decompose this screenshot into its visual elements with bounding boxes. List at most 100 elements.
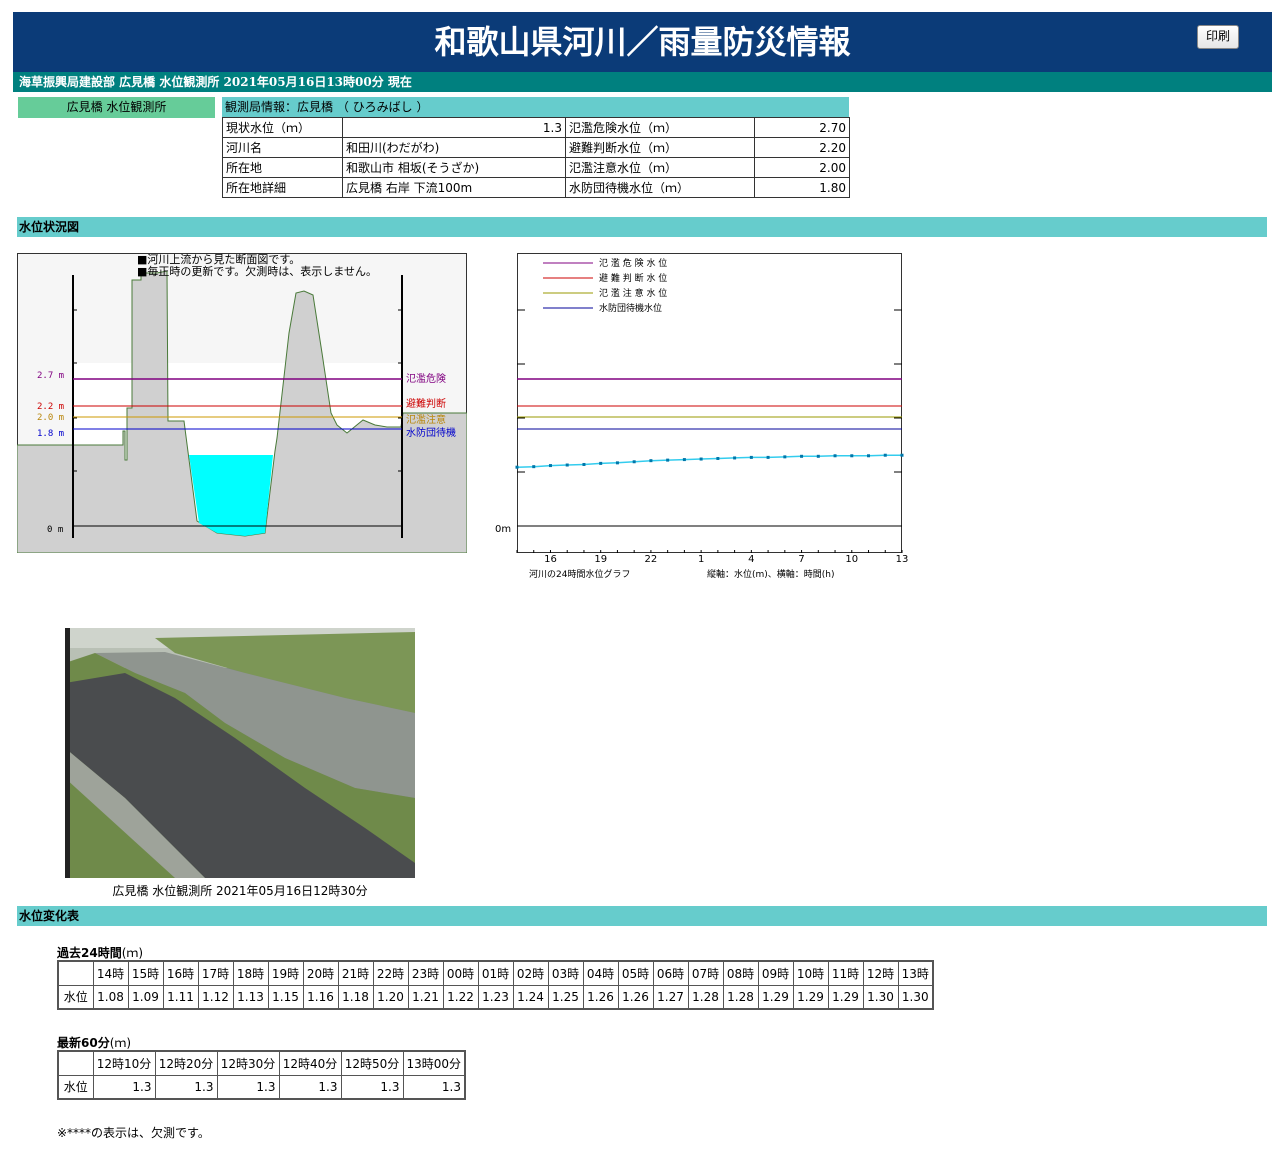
data-point: [800, 454, 804, 458]
chart-caption-right: 縦軸：水位(m)、横軸：時間(h): [707, 568, 835, 580]
info-value: 和田川(わだがわ): [342, 137, 566, 158]
missing-data-footnote: ※****の表示は、欠測です。: [57, 1126, 210, 1140]
past24-header-cell: 12時: [862, 960, 899, 986]
past24-row-label: 水位: [57, 984, 94, 1010]
data-point: [867, 454, 871, 458]
data-point: [615, 461, 619, 465]
latest60-value-cell: 1.3: [216, 1074, 280, 1100]
data-point: [733, 456, 737, 460]
past24-value-cell: 1.23: [477, 984, 514, 1010]
latest60-value-row: 水位 1.3 1.3 1.3 1.3 1.3 1.3: [57, 1074, 466, 1100]
past24-header-cell: 22時: [372, 960, 409, 986]
data-point: [582, 462, 586, 466]
print-button[interactable]: 印刷: [1197, 25, 1239, 49]
data-point: [783, 455, 787, 459]
data-point: [515, 465, 519, 469]
data-point: [766, 455, 770, 459]
past24-value-cell: 1.29: [792, 984, 829, 1010]
evacuation-level-label: 2.2 m: [37, 402, 64, 412]
past24-header-cell: 19時: [267, 960, 304, 986]
section-water-change: 水位変化表: [17, 906, 1267, 926]
chart-caption-left: 河川の24時間水位グラフ: [529, 568, 630, 580]
past24-header-cell: 10時: [792, 960, 829, 986]
info-label2: 氾濫注意水位（ｍ）: [565, 157, 755, 178]
info-row: 河川名 和田川(わだがわ) 避難判断水位（ｍ） 2.20: [222, 137, 850, 158]
past24-unit: (ｍ): [121, 946, 144, 960]
river-camera-image: [65, 628, 415, 878]
past24-value-cell: 1.28: [722, 984, 759, 1010]
x-tick-label: 10: [845, 554, 858, 565]
info-label2: 水防団待機水位（ｍ）: [565, 177, 755, 198]
x-tick-label: 22: [645, 554, 658, 565]
past24-header-cell: 06時: [652, 960, 689, 986]
past24-header-cell: 23時: [407, 960, 444, 986]
past24-header-cell: 15時: [127, 960, 164, 986]
past24-value-cell: 1.15: [267, 984, 304, 1010]
data-point: [565, 463, 569, 467]
danger-level-name: 氾濫危険: [406, 372, 446, 385]
info-label2: 避難判断水位（ｍ）: [565, 137, 755, 158]
past24-header-cell: 04時: [582, 960, 619, 986]
station-info-heading: 観測局情報：広見橋 （ ひろみばし ）: [222, 97, 849, 117]
x-tick-label: 16: [544, 554, 557, 565]
x-tick-label: 4: [748, 554, 754, 565]
past24-value-cell: 1.22: [442, 984, 479, 1010]
past24-table: 14時 15時 16時 17時 18時 19時 20時 21時 22時 23時 00時 01時 02時 0…: [57, 960, 934, 1010]
info-label: 現状水位（ｍ）: [222, 117, 343, 138]
past24-value-cell: 1.26: [617, 984, 654, 1010]
latest60-title: 最新60分(ｍ): [57, 1034, 131, 1051]
legend-label-0: 氾 濫 危 険 水 位: [599, 257, 667, 269]
info-value: 和歌山市 相坂(そうざか): [342, 157, 566, 178]
past24-header-cell: 14時: [92, 960, 129, 986]
past24-value-cell: 1.16: [302, 984, 339, 1010]
past24-value-cell: 1.25: [547, 984, 584, 1010]
data-point: [816, 454, 820, 458]
data-point: [532, 465, 536, 469]
past24-header-row: 14時 15時 16時 17時 18時 19時 20時 21時 22時 23時 00時 01時 02時 0…: [57, 960, 934, 986]
latest60-corner: [57, 1050, 94, 1076]
past24-header-cell: 07時: [687, 960, 724, 986]
past24-value-cell: 1.28: [687, 984, 724, 1010]
latest60-header-cell: 12時30分: [216, 1050, 280, 1076]
caution-level-name: 氾濫注意: [406, 413, 446, 426]
page-title: 和歌山県河川／雨量防災情報: [434, 23, 851, 61]
latest60-unit: (ｍ): [109, 1036, 132, 1050]
camera-caption: 広見橋 水位観測所 2021年05月16日12時30分: [112, 884, 368, 898]
data-point: [850, 454, 854, 458]
past24-value-cell: 1.27: [652, 984, 689, 1010]
evacuation-level-name: 避難判断: [406, 397, 446, 410]
data-point: [716, 456, 720, 460]
past24-header-cell: 08時: [722, 960, 759, 986]
latest60-value-cell: 1.3: [154, 1074, 218, 1100]
past24-header-cell: 02時: [512, 960, 549, 986]
data-point: [682, 458, 686, 462]
info-row: 所在地詳細 広見橋 右岸 下流100m 水防団待機水位（ｍ） 1.80: [222, 177, 850, 198]
chart-zero-label: 0m: [495, 524, 511, 535]
station-tab[interactable]: 広見橋 水位観測所: [18, 97, 215, 118]
data-point: [883, 453, 887, 457]
data-point: [548, 464, 552, 468]
latest60-value-cell: 1.3: [402, 1074, 466, 1100]
x-tick-label: 1: [698, 554, 704, 565]
info-label: 河川名: [222, 137, 343, 158]
past24-value-cell: 1.26: [582, 984, 619, 1010]
info-row: 所在地 和歌山市 相坂(そうざか) 氾濫注意水位（ｍ） 2.00: [222, 157, 850, 178]
section-water-status: 水位状況図: [17, 217, 1267, 237]
chart-frame: [517, 253, 902, 553]
x-tick-label: 19: [594, 554, 607, 565]
x-tick-label: 13: [896, 554, 909, 565]
past24-header-cell: 18時: [232, 960, 269, 986]
past24-value-row: 水位 1.08 1.09 1.11 1.12 1.13 1.15 1.16 1.18 1.20 1.…: [57, 984, 934, 1010]
past24-value-cell: 1.09: [127, 984, 164, 1010]
data-point: [900, 453, 904, 457]
latest60-value-cell: 1.3: [340, 1074, 404, 1100]
info-label: 所在地: [222, 157, 343, 178]
info-value2: 2.00: [754, 157, 850, 178]
water-level-24h-chart: 氾 濫 危 険 水 位避 難 判 断 水 位氾 濫 注 意 水 位水防団待機水位…: [495, 253, 909, 580]
past24-header-cell: 17時: [197, 960, 234, 986]
past24-header-cell: 00時: [442, 960, 479, 986]
latest60-row-label: 水位: [57, 1074, 94, 1100]
page-header: 和歌山県河川／雨量防災情報 印刷: [13, 12, 1272, 72]
data-point: [833, 454, 837, 458]
past24-value-cell: 1.08: [92, 984, 129, 1010]
